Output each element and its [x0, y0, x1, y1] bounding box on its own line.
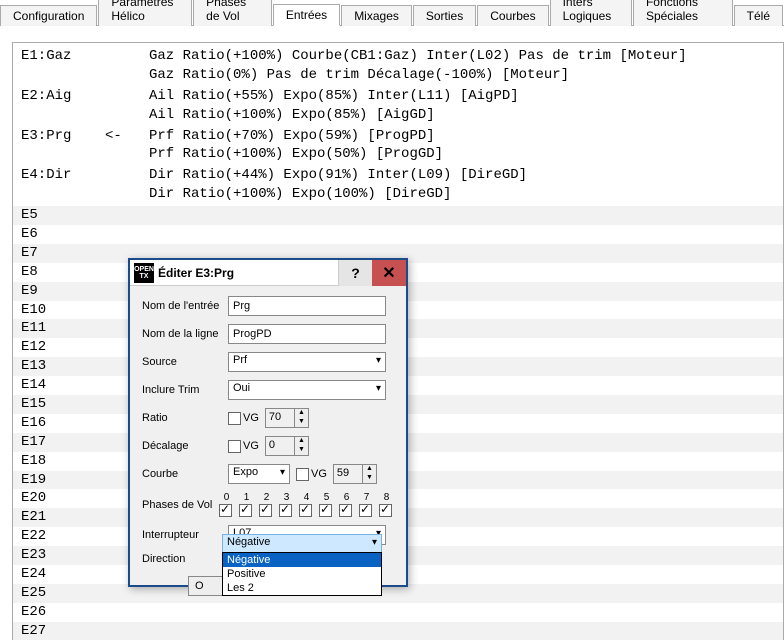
direction-select[interactable]: Négative [222, 534, 382, 554]
dialog-titlebar: OPENTX Éditer E3:Prg ? ✕ [130, 260, 406, 286]
phase-checkbox-5[interactable] [319, 504, 332, 517]
label-ratio: Ratio [142, 412, 228, 424]
list-row[interactable]: E4:DirDir Ratio(+44%) Expo(91%) Inter(L0… [13, 166, 783, 185]
dialog-title: Éditer E3:Prg [158, 266, 338, 280]
close-button[interactable]: ✕ [372, 260, 406, 286]
tab-mixages[interactable]: Mixages [341, 5, 412, 26]
label-phases: Phases de Vol [142, 499, 219, 511]
list-row[interactable]: E6 [13, 225, 783, 244]
direction-dropdown-list: NégativePositiveLes 2 [222, 552, 382, 596]
line-name-field[interactable] [228, 324, 386, 344]
direction-option[interactable]: Négative [223, 553, 381, 567]
tab-courbes[interactable]: Courbes [477, 5, 548, 26]
spin-down-icon: ▼ [295, 418, 308, 427]
list-row[interactable]: Gaz Ratio(0%) Pas de trim Décalage(-100%… [13, 66, 783, 85]
label-trim: Inclure Trim [142, 384, 228, 396]
tab-bar: ConfigurationParamètres HélicoPhases de … [0, 2, 784, 26]
list-row[interactable]: E2:AigAil Ratio(+55%) Expo(85%) Inter(L1… [13, 87, 783, 106]
phase-checkbox-8[interactable] [379, 504, 392, 517]
tab-inters-logiques[interactable]: Inters Logiques [550, 0, 632, 26]
curve-vg-checkbox[interactable] [296, 468, 309, 481]
list-row[interactable]: E3:Prg <-Prf Ratio(+70%) Expo(59%) [Prog… [13, 127, 783, 146]
direction-option[interactable]: Positive [223, 567, 381, 581]
label-source: Source [142, 356, 228, 368]
tab-entr-es[interactable]: Entrées [273, 4, 340, 26]
tab-fonctions-sp-ciales[interactable]: Fonctions Spéciales [633, 0, 733, 26]
input-name-field[interactable] [228, 296, 386, 316]
label-input-name: Nom de l'entrée [142, 300, 228, 312]
phase-checkbox-4[interactable] [299, 504, 312, 517]
phase-checkbox-6[interactable] [339, 504, 352, 517]
tab-t-l-[interactable]: Télé [734, 5, 783, 26]
list-row[interactable]: Prf Ratio(+100%) Expo(50%) [ProgGD] [13, 145, 783, 164]
ratio-spinner[interactable]: 70 ▲▼ [265, 408, 309, 428]
tab-configuration[interactable]: Configuration [0, 5, 97, 26]
ratio-vg-checkbox[interactable] [228, 412, 241, 425]
source-select[interactable]: Prf [228, 352, 386, 372]
label-direction: Direction [142, 553, 228, 565]
label-line-name: Nom de la ligne [142, 328, 228, 340]
label-switch: Interrupteur [142, 529, 228, 541]
tab-param-tres-h-lico[interactable]: Paramètres Hélico [98, 0, 192, 26]
offset-vg-checkbox[interactable] [228, 440, 241, 453]
label-offset: Décalage [142, 440, 228, 452]
tab-sorties[interactable]: Sorties [413, 5, 476, 26]
spin-up-icon: ▲ [295, 409, 308, 418]
phase-checkbox-2[interactable] [259, 504, 272, 517]
direction-option[interactable]: Les 2 [223, 581, 381, 595]
opentx-icon: OPENTX [134, 263, 154, 283]
list-row[interactable]: E26 [13, 603, 783, 622]
help-button[interactable]: ? [338, 260, 372, 286]
phases-checkboxes: 012345678 [219, 492, 394, 517]
label-curve: Courbe [142, 468, 228, 480]
list-row[interactable]: Dir Ratio(+100%) Expo(100%) [DireGD] [13, 185, 783, 204]
phase-checkbox-3[interactable] [279, 504, 292, 517]
list-row[interactable]: Ail Ratio(+100%) Expo(85%) [AigGD] [13, 106, 783, 125]
list-row[interactable]: E5 [13, 206, 783, 225]
trim-select[interactable]: Oui [228, 380, 386, 400]
phase-checkbox-0[interactable] [219, 504, 232, 517]
list-row[interactable]: E27 [13, 622, 783, 640]
phase-checkbox-7[interactable] [359, 504, 372, 517]
curve-type-select[interactable]: Expo [228, 464, 290, 484]
curve-value-spinner[interactable]: 59 ▲▼ [333, 464, 377, 484]
phase-checkbox-1[interactable] [239, 504, 252, 517]
tab-phases-de-vol[interactable]: Phases de Vol [193, 0, 272, 26]
offset-spinner[interactable]: 0 ▲▼ [265, 436, 309, 456]
list-row[interactable]: E1:GazGaz Ratio(+100%) Courbe(CB1:Gaz) I… [13, 47, 783, 66]
